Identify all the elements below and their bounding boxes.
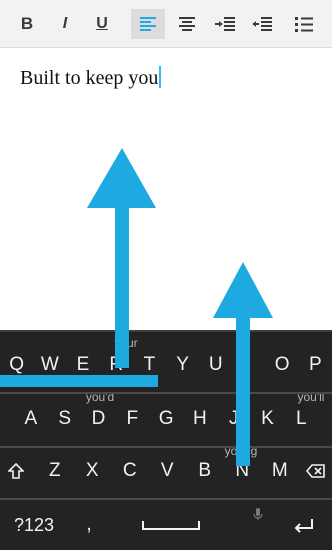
- key-q[interactable]: Q: [0, 348, 33, 382]
- key-v[interactable]: V: [149, 454, 187, 488]
- row-divider: [0, 498, 332, 500]
- text-caret: [159, 66, 162, 88]
- symbols-key[interactable]: ?123: [4, 508, 64, 542]
- shift-icon: [8, 463, 24, 479]
- editor-content[interactable]: Built to keep you: [20, 66, 162, 90]
- key-i[interactable]: I: [232, 348, 265, 382]
- indent-button[interactable]: [210, 9, 240, 39]
- key-e[interactable]: E: [66, 348, 99, 382]
- space-bar-icon: [142, 521, 200, 530]
- key-f[interactable]: F: [115, 402, 149, 436]
- key-t[interactable]: T: [133, 348, 166, 382]
- key-d[interactable]: D: [82, 402, 116, 436]
- key-s[interactable]: S: [48, 402, 82, 436]
- key-r[interactable]: R: [100, 348, 133, 382]
- indent-icon: [215, 17, 235, 31]
- key-a[interactable]: A: [14, 402, 48, 436]
- row-divider: [0, 392, 332, 394]
- row-divider: [0, 446, 332, 448]
- italic-label: I: [62, 15, 68, 32]
- key-n[interactable]: N: [224, 454, 262, 488]
- underline-label: U: [96, 15, 108, 32]
- virtual-keyboard: your you'd you'll young QWERTYUIOP ASDFG…: [0, 330, 332, 550]
- outdent-icon: [252, 17, 272, 31]
- bullet-list-icon: [295, 17, 313, 32]
- backspace-key[interactable]: [300, 454, 332, 488]
- key-u[interactable]: U: [199, 348, 232, 382]
- key-g[interactable]: G: [149, 402, 183, 436]
- align-left-icon: [140, 17, 156, 31]
- enter-key[interactable]: [282, 508, 326, 542]
- bold-button[interactable]: B: [14, 9, 40, 39]
- align-left-button[interactable]: [131, 9, 165, 39]
- key-j[interactable]: J: [217, 402, 251, 436]
- microphone-icon: [253, 508, 263, 520]
- outdent-button[interactable]: [247, 9, 277, 39]
- key-p[interactable]: P: [299, 348, 332, 382]
- align-center-button[interactable]: [172, 9, 202, 39]
- formatting-toolbar: B I U: [0, 0, 332, 48]
- underline-button[interactable]: U: [89, 9, 115, 39]
- key-y[interactable]: Y: [166, 348, 199, 382]
- key-m[interactable]: M: [261, 454, 299, 488]
- key-z[interactable]: Z: [36, 454, 74, 488]
- key-l[interactable]: L: [284, 402, 318, 436]
- key-b[interactable]: B: [186, 454, 224, 488]
- comma-key[interactable]: ,: [74, 508, 104, 542]
- space-key[interactable]: [116, 508, 226, 542]
- backspace-icon: [306, 464, 325, 478]
- key-h[interactable]: H: [183, 402, 217, 436]
- bold-label: B: [20, 14, 34, 33]
- key-w[interactable]: W: [33, 348, 66, 382]
- shift-key[interactable]: [0, 454, 32, 488]
- bullet-list-button[interactable]: [288, 9, 320, 39]
- document-editor[interactable]: Built to keep you: [0, 48, 332, 368]
- editor-text: Built to keep you: [20, 67, 159, 89]
- enter-icon: [294, 519, 313, 533]
- key-c[interactable]: C: [111, 454, 149, 488]
- key-x[interactable]: X: [74, 454, 112, 488]
- italic-button[interactable]: I: [53, 9, 77, 39]
- align-center-icon: [179, 17, 195, 31]
- voice-input-key[interactable]: [246, 502, 270, 526]
- key-k[interactable]: K: [251, 402, 285, 436]
- key-o[interactable]: O: [266, 348, 299, 382]
